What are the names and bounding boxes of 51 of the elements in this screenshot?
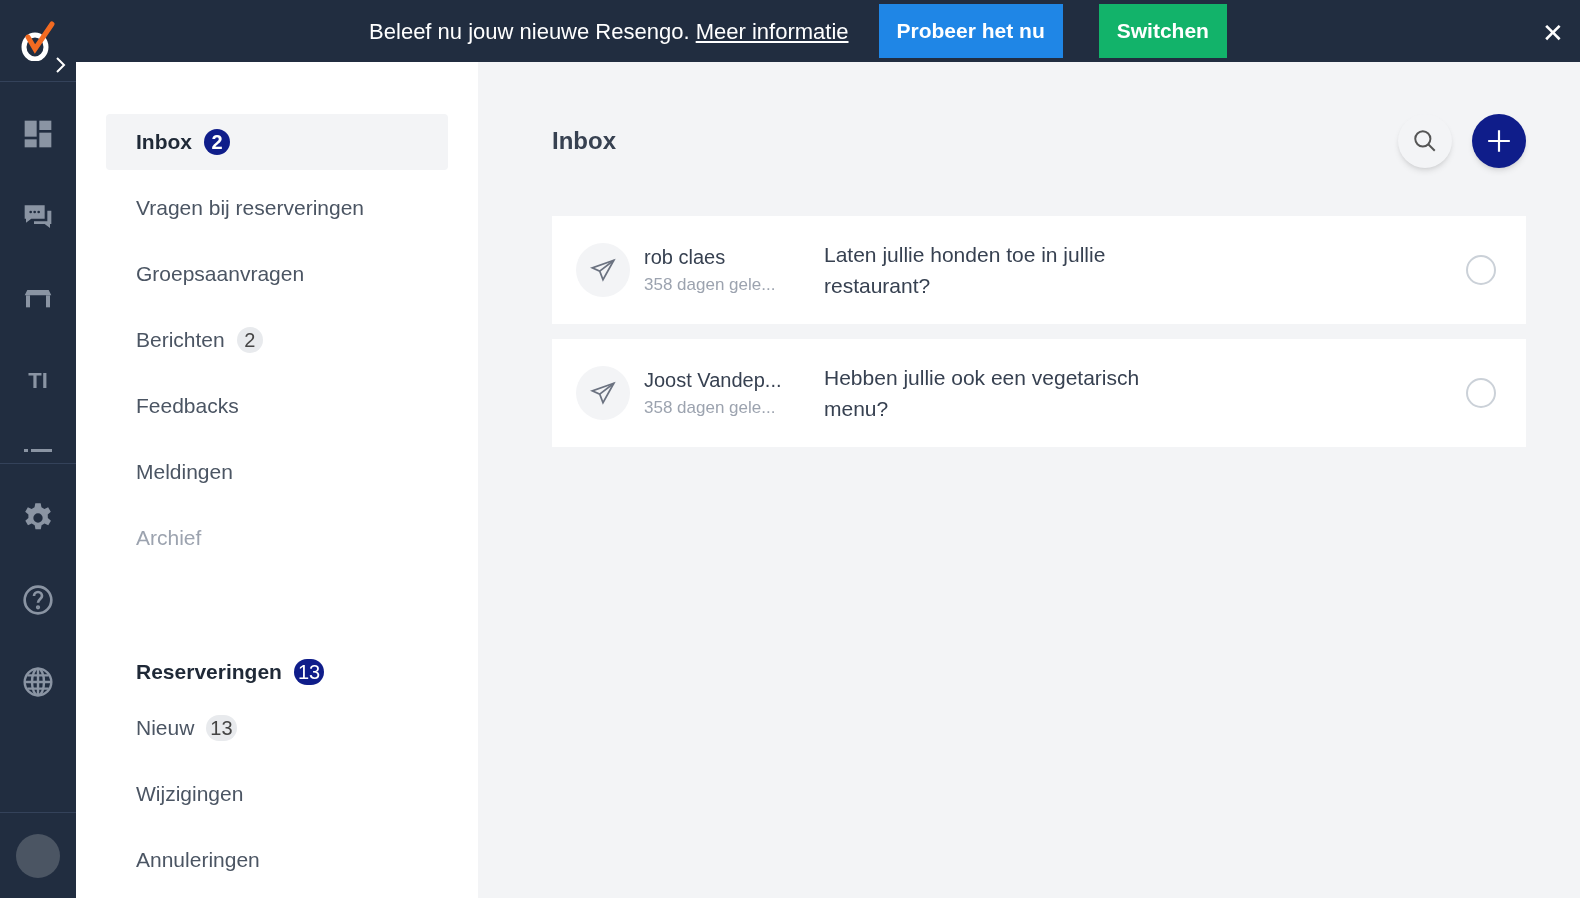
message-preview: Hebben jullie ook een vegetarisch menu? (824, 365, 1141, 422)
nav-label: Annuleringen (136, 847, 260, 874)
more-info-link[interactable]: Meer informatie (695, 18, 849, 44)
send-icon (576, 243, 630, 297)
close-button[interactable]: ✕ (1542, 20, 1564, 46)
nav-label: Archief (136, 525, 202, 552)
search-button[interactable] (1398, 114, 1452, 168)
nav-label: Feedbacks (136, 393, 239, 420)
message-card[interactable]: rob claes 358 dagen gele... Laten jullie honden toe in jullie restaurant? (552, 216, 1526, 324)
nav-item[interactable]: Nieuw 13 (106, 700, 448, 756)
sender-name: rob claes (644, 245, 727, 271)
nav-item[interactable]: Groepsaanvragen (106, 246, 448, 302)
nav-label: Inbox (136, 129, 192, 156)
search-icon (1412, 128, 1438, 154)
nav-item[interactable]: Annuleringen (106, 832, 448, 888)
list-icon[interactable] (22, 447, 54, 453)
nav-label: Berichten (136, 327, 225, 354)
plus-icon (1486, 128, 1512, 154)
nav-label: Groepsaanvragen (136, 261, 305, 288)
globe-icon[interactable] (22, 666, 54, 698)
count-badge: 2 (204, 129, 230, 155)
text-tool-icon[interactable]: TI (28, 364, 48, 397)
add-button[interactable] (1472, 114, 1526, 168)
section-heading: Reserveringen (136, 659, 282, 686)
nav-label: Nieuw (136, 715, 195, 742)
select-checkbox[interactable] (1466, 378, 1496, 408)
dashboard-icon[interactable] (22, 118, 54, 150)
nav-label: Vragen bij reserveringen (136, 195, 365, 222)
nav-item[interactable]: Vragen bij reserveringen (106, 180, 448, 236)
try-now-button[interactable]: Probeer het nu (878, 4, 1063, 58)
count-badge: 2 (236, 327, 263, 353)
message-time: 358 dagen gele... (644, 397, 777, 420)
banner-text: Beleef nu jouw nieuwe Resengo. Meer informatie (369, 17, 849, 46)
sender-name: Joost Vandep... (644, 368, 783, 394)
nav-item[interactable]: Meldingen (106, 444, 448, 500)
count-badge: 13 (293, 659, 325, 685)
logo-icon (20, 20, 56, 61)
nav-label: Wijzigingen (136, 781, 244, 808)
nav-item[interactable]: Berichten 2 (106, 312, 448, 368)
message-preview: Laten jullie honden toe in jullie restaurant? (824, 242, 1107, 299)
help-icon[interactable] (22, 584, 54, 616)
select-checkbox[interactable] (1466, 255, 1496, 285)
message-time: 358 dagen gele... (644, 274, 777, 297)
nav-label: Meldingen (136, 459, 233, 486)
nav-item[interactable]: Wijzigingen (106, 766, 448, 822)
nav-item[interactable]: Inbox 2 (106, 114, 448, 170)
count-badge: 13 (206, 715, 237, 741)
page-title: Inbox (552, 126, 616, 156)
nav-item[interactable]: Feedbacks (106, 378, 448, 434)
chevron-right-icon[interactable] (54, 56, 66, 74)
message-card[interactable]: Joost Vandep... 358 dagen gele... Hebben jullie ook een vegetarisch menu? (552, 339, 1526, 447)
